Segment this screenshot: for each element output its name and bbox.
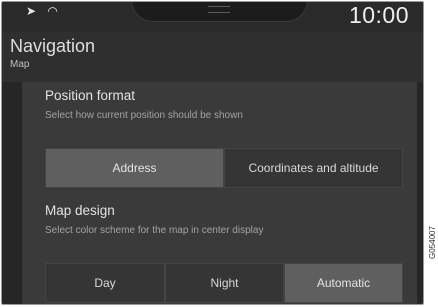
day-option[interactable]: Day — [45, 263, 165, 303]
map-design-selector: Day Night Automatic — [45, 263, 403, 303]
map-design-description: Select color scheme for the map in cente… — [45, 225, 264, 236]
address-option[interactable]: Address — [45, 148, 224, 188]
position-format-title: Position format — [45, 88, 136, 103]
navigation-arrow-icon: ➤ — [26, 4, 41, 18]
automatic-option[interactable]: Automatic — [284, 263, 403, 303]
grip-lines-icon — [208, 6, 230, 13]
clock: 10:00 — [348, 2, 409, 28]
night-option[interactable]: Night — [165, 263, 284, 303]
figure-code: G054007 — [428, 226, 437, 259]
coordinates-altitude-option[interactable]: Coordinates and altitude — [224, 148, 403, 188]
status-icons: ➤ ◠ — [26, 4, 62, 18]
position-format-description: Select how current position should be sh… — [45, 110, 243, 121]
top-view-pull-handle[interactable] — [131, 2, 308, 22]
wifi-icon: ◠ — [47, 4, 62, 18]
status-bar: ➤ ◠ 10:00 — [2, 2, 423, 32]
map-design-title: Map design — [45, 203, 115, 218]
page-subtitle: Map — [10, 59, 30, 70]
position-format-selector: Address Coordinates and altitude — [45, 148, 403, 188]
page-title: Navigation — [10, 36, 96, 56]
settings-panel: Position format Select how current posit… — [22, 82, 417, 304]
page-header: Navigation Map — [2, 32, 423, 82]
center-display: ➤ ◠ 10:00 Navigation Map Position format… — [1, 1, 424, 305]
